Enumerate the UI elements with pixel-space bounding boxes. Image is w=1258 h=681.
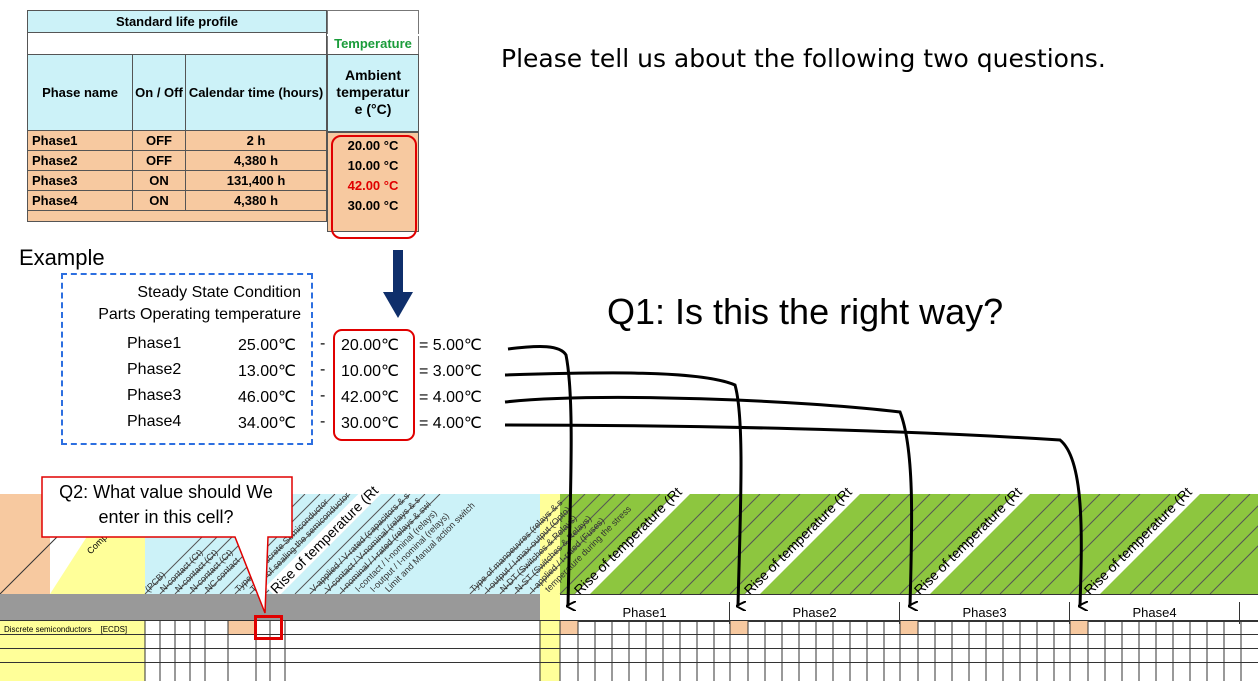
connector-arrows	[504, 345, 1258, 681]
